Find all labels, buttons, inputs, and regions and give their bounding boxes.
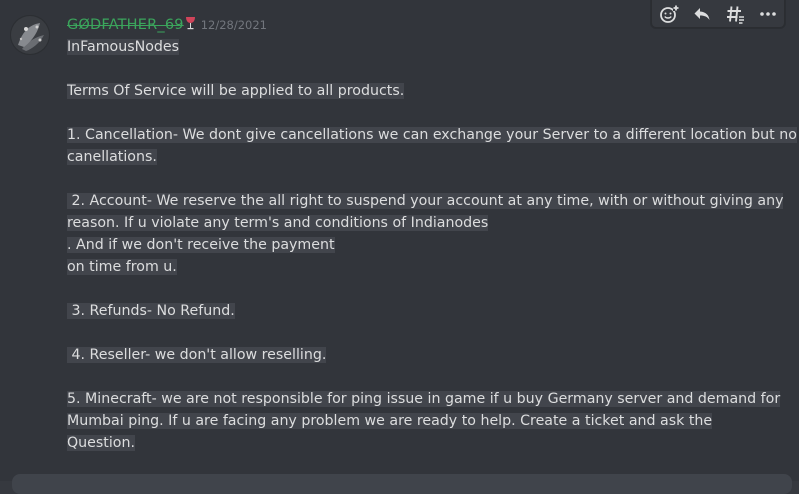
reply-button[interactable] — [687, 1, 717, 27]
create-thread-icon — [726, 6, 745, 24]
create-thread-button[interactable] — [720, 1, 750, 27]
message-line: reason. If u violate any term's and cond… — [67, 215, 489, 231]
avatar-image — [10, 15, 50, 55]
reply-icon — [694, 8, 709, 20]
add-reaction-icon — [659, 5, 679, 23]
message-line: 2. Account- We reserve the all right to … — [67, 193, 784, 209]
avatar[interactable] — [10, 15, 50, 55]
more-icon — [759, 12, 776, 16]
message-timestamp: 12/28/2021 — [200, 18, 268, 32]
message-line: 3. Refunds- No Refund. — [67, 303, 235, 319]
message-line: Question. — [67, 435, 135, 451]
message-input-box[interactable] — [12, 474, 792, 494]
add-reaction-button[interactable] — [654, 1, 684, 27]
message-header: GØDFATHER_69 12/28/2021 — [67, 14, 267, 36]
more-options-button[interactable] — [753, 1, 783, 27]
username[interactable]: GØDFATHER_69 — [67, 17, 184, 33]
message-line: Terms Of Service will be applied to all … — [67, 83, 405, 99]
message-line: . And if we don't receive the payment — [67, 237, 335, 253]
wine-glass-icon — [185, 15, 196, 30]
message-line: 5. Minecraft- we are not responsible for… — [67, 391, 781, 407]
message-content: InFamousNodes Terms Of Service will be a… — [67, 36, 797, 454]
message-line: 1. Cancellation- We dont give cancellati… — [67, 127, 797, 143]
message-actions-toolbar — [651, 0, 785, 28]
message-line: on time from u. — [67, 259, 177, 275]
message-line: Mumbai ping. If u are facing any problem… — [67, 413, 713, 429]
message-line: InFamousNodes — [67, 39, 180, 55]
chat-message: GØDFATHER_69 12/28/2021 InFamousNodes Te… — [0, 0, 799, 481]
message-line: 4. Reseller- we don't allow reselling. — [67, 347, 327, 363]
message-line: canellations. — [67, 149, 157, 165]
